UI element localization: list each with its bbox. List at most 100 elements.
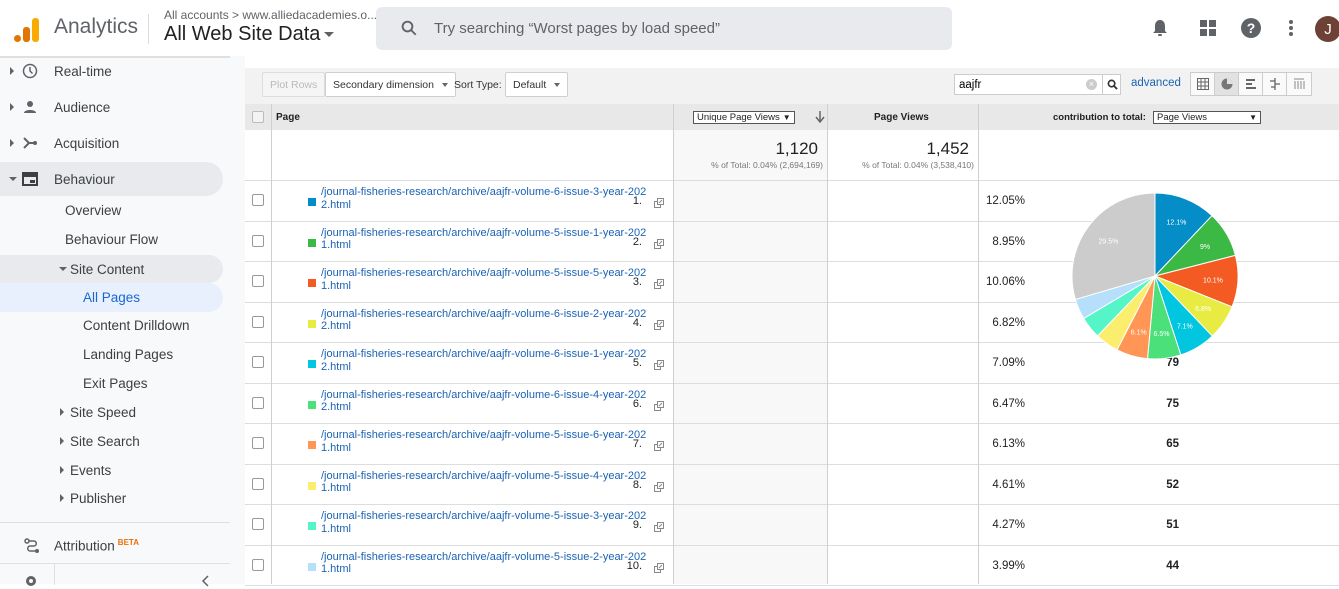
page-link[interactable]: /journal-fisheries-research/archive/aajf… xyxy=(321,227,654,252)
row-checkbox[interactable] xyxy=(252,558,264,571)
col-pageviews-header[interactable]: Page Views xyxy=(874,104,929,130)
page-link[interactable]: /journal-fisheries-research/archive/aajf… xyxy=(321,429,654,454)
sort-type-dropdown[interactable]: Default xyxy=(505,72,569,97)
avatar[interactable]: J xyxy=(1315,16,1339,42)
row-checkbox[interactable] xyxy=(252,275,264,287)
acquisition-icon xyxy=(23,137,37,149)
row-divider xyxy=(245,585,980,586)
sidebar-item-behaviour-flow[interactable]: Behaviour Flow xyxy=(0,222,223,256)
select-all-checkbox[interactable] xyxy=(252,104,264,130)
sidebar-item-label: Landing Pages xyxy=(83,347,174,362)
pie-slice-label: 6.8% xyxy=(1195,306,1211,313)
sidebar-item-label: All Pages xyxy=(83,290,141,305)
sidebar-item-publisher[interactable]: Publisher xyxy=(0,484,223,513)
row-checkbox[interactable] xyxy=(252,234,264,247)
open-external-icon[interactable] xyxy=(654,279,664,289)
view-selector[interactable]: All Web Site Data xyxy=(164,23,335,46)
row-checkbox[interactable] xyxy=(252,477,264,490)
gear-icon[interactable] xyxy=(23,573,39,589)
open-external-icon[interactable] xyxy=(654,319,664,330)
pie-slice-label: 6.5% xyxy=(1154,331,1170,338)
pageviews-pct-value: 6.47% xyxy=(992,397,1025,410)
row-checkbox[interactable] xyxy=(252,194,264,206)
contribution-label: contribution to total: xyxy=(1053,111,1146,123)
table-toolbar: Plot Rows Secondary dimension Sort Type:… xyxy=(245,68,1339,104)
search-input[interactable] xyxy=(434,7,934,50)
secondary-dimension-dropdown[interactable]: Secondary dimension xyxy=(325,72,456,97)
open-external-icon[interactable] xyxy=(654,481,664,492)
metric-select-value: Unique Page Views xyxy=(697,111,780,123)
page-link[interactable]: /journal-fisheries-research/archive/aajf… xyxy=(321,551,654,576)
bell-icon[interactable] xyxy=(1148,16,1172,40)
sidebar-item-landing-pages[interactable]: Landing Pages xyxy=(0,340,223,369)
header-divider xyxy=(148,14,149,44)
performance-view-button[interactable] xyxy=(1239,73,1263,95)
sidebar-item-events[interactable]: Events xyxy=(0,456,223,485)
sidebar-item-realtime[interactable]: Real-time xyxy=(0,54,223,88)
page-link[interactable]: /journal-fisheries-research/archive/aajf… xyxy=(321,186,654,211)
advanced-filter-link[interactable]: advanced xyxy=(1131,77,1181,89)
open-external-icon[interactable] xyxy=(654,522,664,532)
pivot-icon xyxy=(1294,78,1305,89)
beta-badge: BETA xyxy=(117,538,139,548)
apps-grid-icon[interactable] xyxy=(1196,16,1220,40)
help-icon[interactable]: ? xyxy=(1239,16,1263,40)
secondary-dimension-label: Secondary dimension xyxy=(333,78,434,91)
clear-filter-icon[interactable]: × xyxy=(1086,79,1097,90)
unique-pageviews-value: 51 xyxy=(1166,519,1179,531)
row-checkbox[interactable] xyxy=(252,315,264,328)
page-link[interactable]: /journal-fisheries-research/archive/aajf… xyxy=(321,267,654,292)
row-checkbox[interactable] xyxy=(252,356,264,368)
sidebar-item-exit-pages[interactable]: Exit Pages xyxy=(0,369,223,398)
sidebar-item-audience[interactable]: Audience xyxy=(0,90,223,124)
sort-type-label: Sort Type: xyxy=(454,79,502,91)
page-link[interactable]: /journal-fisheries-research/archive/aajf… xyxy=(321,308,654,333)
pageviews-pct-value: 3.99% xyxy=(992,559,1025,572)
term-cloud-view-button[interactable] xyxy=(1287,73,1311,95)
filter-search-button[interactable] xyxy=(1102,75,1121,94)
comparison-view-button[interactable] xyxy=(1263,73,1287,95)
open-external-icon[interactable] xyxy=(654,238,664,249)
filter-input[interactable] xyxy=(959,77,1079,93)
collapse-sidebar-icon[interactable] xyxy=(201,575,211,587)
percentage-view-button[interactable] xyxy=(1215,73,1239,95)
open-external-icon[interactable] xyxy=(654,562,664,573)
search-bar[interactable] xyxy=(376,7,952,50)
metric-select[interactable]: Unique Page Views ▼ xyxy=(693,104,795,130)
column-divider xyxy=(271,104,272,584)
series-color-swatch xyxy=(308,238,316,247)
page-link[interactable]: /journal-fisheries-research/archive/aajf… xyxy=(321,470,654,495)
sidebar-item-label: Publisher xyxy=(70,491,127,506)
open-external-icon[interactable] xyxy=(654,198,664,208)
plot-rows-button[interactable]: Plot Rows xyxy=(262,72,326,97)
more-vert-icon[interactable] xyxy=(1279,16,1303,40)
analytics-logo-icon[interactable] xyxy=(14,16,40,42)
expand-arrow-icon xyxy=(10,139,14,147)
sidebar-item-label: Behaviour xyxy=(54,171,115,187)
sort-desc-arrow-icon[interactable] xyxy=(815,111,825,123)
sidebar-item-content-drilldown[interactable]: Content Drilldown xyxy=(0,311,223,340)
open-external-icon[interactable] xyxy=(654,360,664,370)
contribution-select[interactable]: Page Views ▼ xyxy=(1153,104,1261,130)
sidebar-item-behaviour[interactable]: Behaviour xyxy=(0,162,223,196)
sidebar-item-acquisition[interactable]: Acquisition xyxy=(0,126,223,160)
row-checkbox[interactable] xyxy=(252,396,264,409)
page-link[interactable]: /journal-fisheries-research/archive/aajf… xyxy=(321,389,654,414)
sidebar-item-site-content[interactable]: Site Content xyxy=(0,255,223,283)
sidebar-item-all-pages[interactable]: All Pages xyxy=(0,283,223,312)
open-external-icon[interactable] xyxy=(654,441,664,451)
open-external-icon[interactable] xyxy=(654,400,664,411)
data-table-view-button[interactable] xyxy=(1191,73,1215,95)
total-pageviews: 1,452 xyxy=(926,139,969,158)
page-link[interactable]: /journal-fisheries-research/archive/aajf… xyxy=(321,348,654,373)
page-link[interactable]: /journal-fisheries-research/archive/aajf… xyxy=(321,510,654,535)
col-page-header[interactable]: Page xyxy=(276,104,300,130)
attribution-icon xyxy=(24,538,39,553)
row-checkbox[interactable] xyxy=(252,437,264,449)
unique-pageviews-value: 44 xyxy=(1166,559,1179,572)
sidebar-item-site-speed[interactable]: Site Speed xyxy=(0,398,223,427)
sidebar-item-site-search[interactable]: Site Search xyxy=(0,427,223,456)
sidebar-item-attribution[interactable]: Attribution BETA xyxy=(0,529,230,563)
account-breadcrumb[interactable]: All accounts > www.alliedacademies.o... xyxy=(164,8,377,22)
row-checkbox[interactable] xyxy=(252,518,264,530)
